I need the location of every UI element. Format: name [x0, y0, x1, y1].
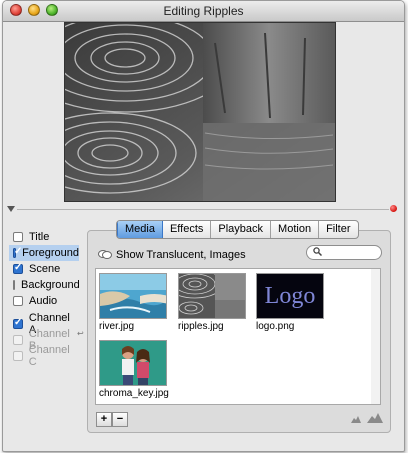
editor-window: Editing Ripples Title ✓ Foreground ✓ Sce…: [2, 0, 405, 452]
channel-link-icon: ↩: [77, 329, 84, 338]
small-thumbnail-size-icon[interactable]: [351, 415, 361, 423]
media-item-caption: river.jpg: [99, 321, 135, 332]
media-item-caption: chroma_key.jpg: [99, 388, 169, 399]
ripples-preview-image: [65, 23, 335, 201]
layer-option-scene[interactable]: Scene: [9, 261, 79, 277]
search-icon: [313, 247, 322, 256]
show-options-label: Show Translucent, Images: [116, 249, 246, 261]
media-search-field[interactable]: [306, 245, 382, 260]
river-thumbnail: [99, 273, 167, 319]
checkbox[interactable]: [13, 317, 23, 329]
layer-option-title[interactable]: Title: [9, 229, 79, 245]
layer-option-foreground[interactable]: Foreground: [9, 245, 79, 261]
layer-option-audio[interactable]: Audio: [9, 293, 79, 309]
large-thumbnail-size-icon[interactable]: [367, 412, 383, 423]
layer-option-background[interactable]: Background: [9, 277, 80, 293]
checkbox[interactable]: [13, 280, 15, 290]
media-item-logo[interactable]: Logo logo.png: [256, 273, 324, 332]
checkbox[interactable]: [13, 335, 23, 345]
disclosure-triangle-icon[interactable]: [7, 206, 15, 212]
tab-effects[interactable]: Effects: [163, 221, 212, 238]
media-item-river[interactable]: river.jpg: [99, 273, 167, 332]
tab-filter[interactable]: Filter: [319, 221, 357, 238]
title-bar: Editing Ripples: [3, 1, 404, 22]
checkbox[interactable]: [13, 232, 23, 242]
checkbox[interactable]: [13, 351, 23, 361]
remove-button[interactable]: −: [112, 412, 128, 427]
tab-bar: Media Effects Playback Motion Filter: [116, 220, 359, 239]
media-item-caption: ripples.jpg: [178, 321, 224, 332]
tab-motion[interactable]: Motion: [271, 221, 320, 238]
layer-option-channel-c[interactable]: Channel C: [9, 344, 79, 368]
media-browser-scrollbar[interactable]: [371, 268, 381, 405]
media-item-ripples[interactable]: ripples.jpg: [178, 273, 246, 332]
media-item-chroma-key[interactable]: chroma_key.jpg: [99, 340, 169, 399]
chroma-key-thumbnail: [99, 340, 167, 386]
record-indicator-icon: [390, 205, 397, 212]
tab-playback[interactable]: Playback: [211, 221, 272, 238]
checkbox[interactable]: [13, 296, 23, 306]
window-title: Editing Ripples: [163, 4, 244, 18]
logo-thumbnail: Logo: [256, 273, 324, 319]
video-preview[interactable]: [64, 22, 336, 202]
add-button[interactable]: +: [96, 412, 112, 427]
show-options-popup[interactable]: Show Translucent, Images: [98, 249, 246, 261]
speech-bubble-icon: [98, 250, 112, 259]
media-item-caption: logo.png: [256, 321, 295, 332]
ripples-thumbnail: [178, 273, 246, 319]
checkbox[interactable]: [13, 246, 23, 258]
checkbox[interactable]: [13, 262, 23, 274]
splitter[interactable]: [17, 209, 389, 210]
tab-media[interactable]: Media: [117, 221, 163, 238]
